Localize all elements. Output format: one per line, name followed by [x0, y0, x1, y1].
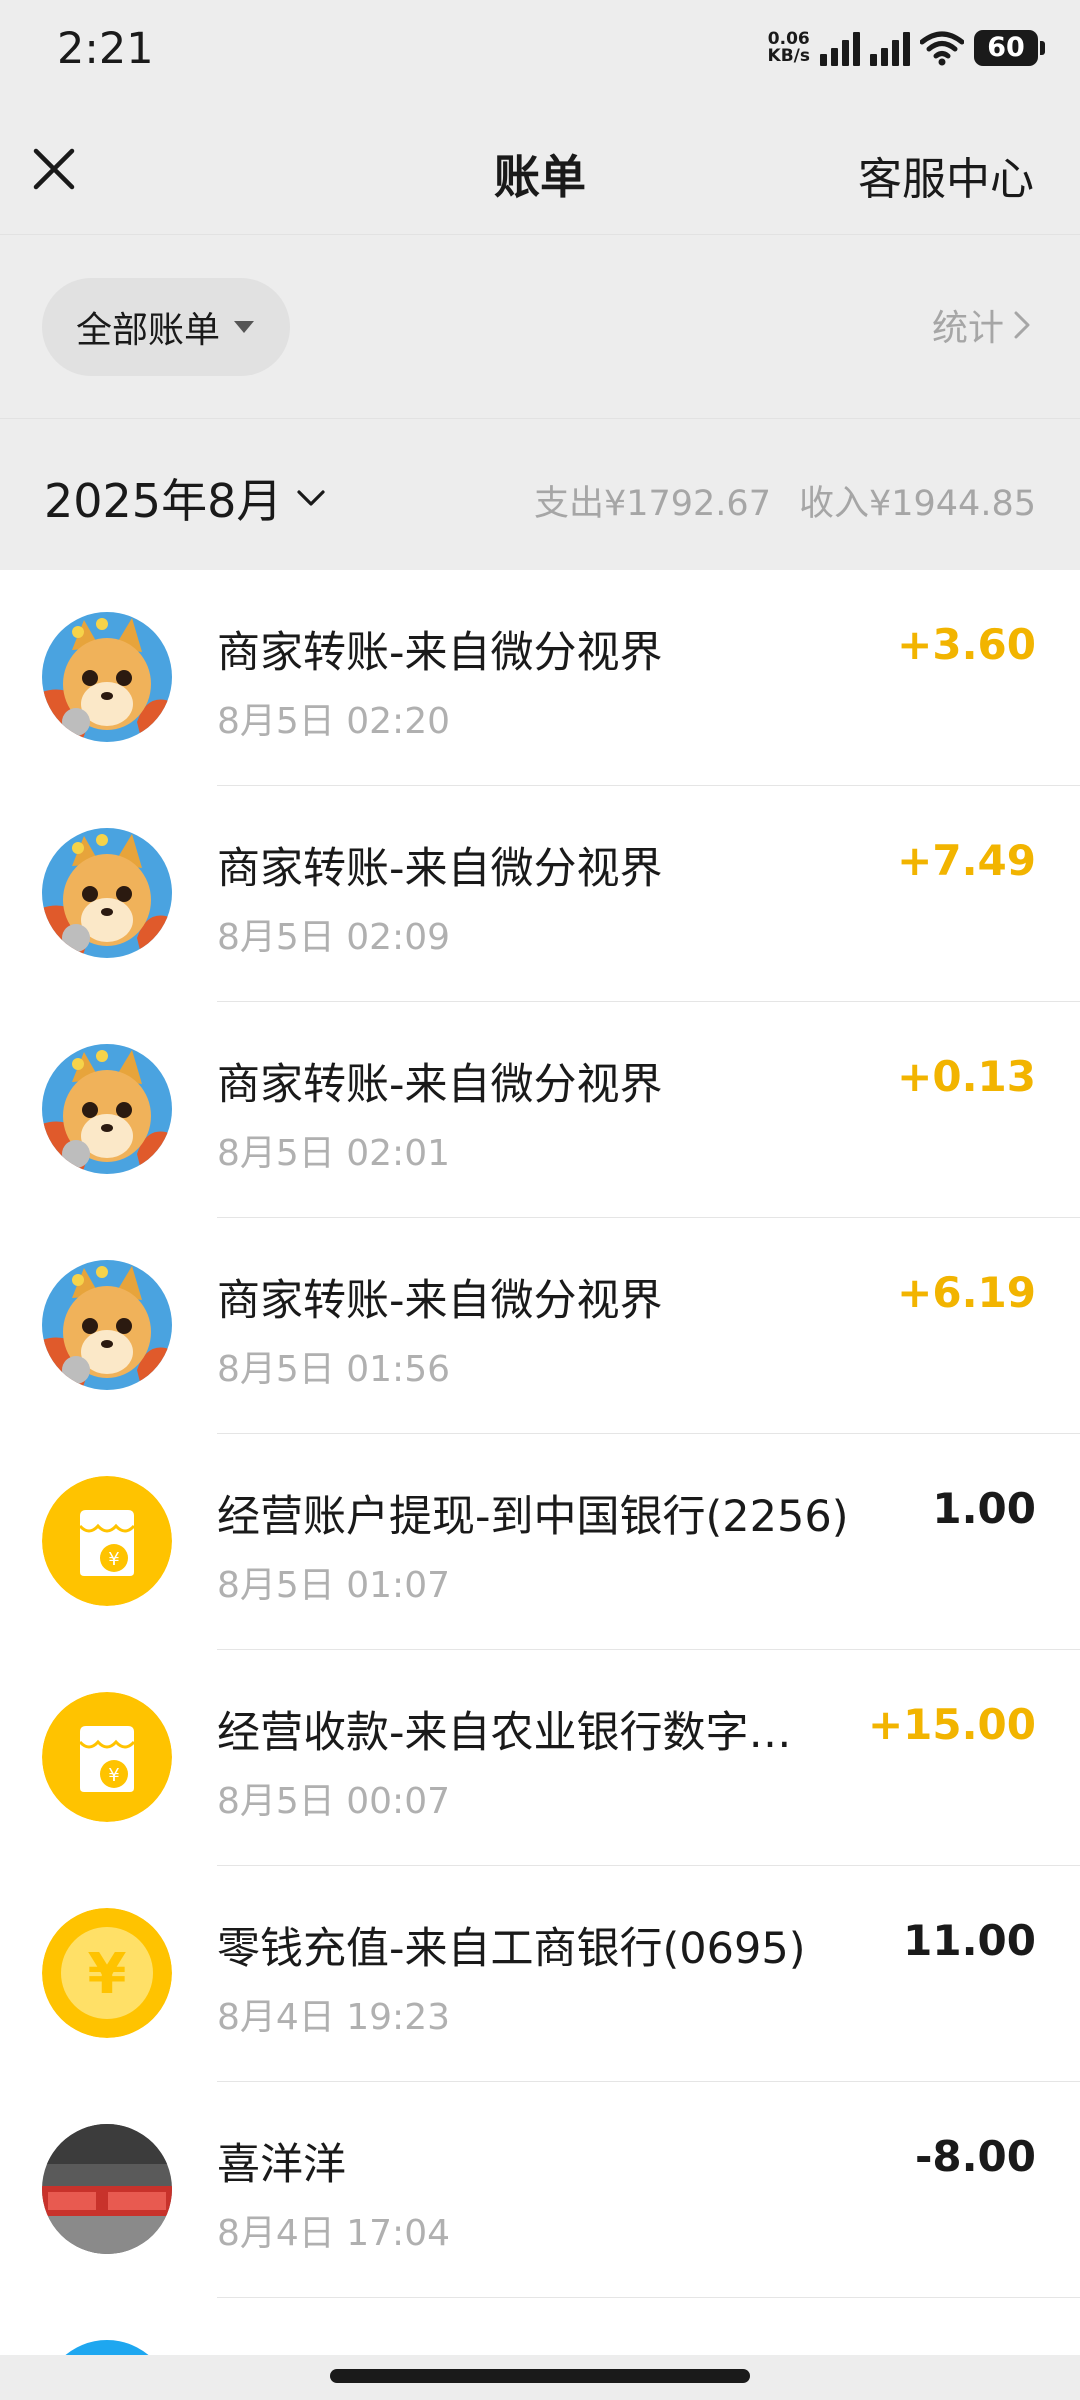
transaction-title: 商家转账-来自微分视界	[217, 844, 663, 894]
dog-avatar	[42, 828, 172, 958]
transaction-amount: +0.13	[897, 1052, 1036, 1101]
transaction-row[interactable]: ¥ 经营账户提现-到中国银行(2256) 8月5日 01:07 1.00	[0, 1434, 1080, 1650]
signal-strength-icon-2	[870, 30, 910, 66]
status-indicators: 0.06 KB/s 60	[767, 29, 1045, 66]
transaction-title: 零钱充值-来自工商银行(0695)	[217, 1924, 806, 1974]
transaction-row[interactable]: ¥ 零钱充值-来自工商银行(0695) 8月4日 19:23 11.00	[0, 1866, 1080, 2082]
signal-strength-icon	[820, 30, 860, 66]
home-bar	[0, 2355, 1080, 2400]
dog-avatar	[42, 612, 172, 742]
svg-text:¥: ¥	[88, 1942, 127, 2007]
wifi-icon	[920, 31, 964, 66]
transaction-title: 经营账户提现-到中国银行(2256)	[217, 1492, 849, 1542]
month-summary: 支出¥1792.67 收入¥1944.85	[534, 475, 1036, 526]
transaction-row[interactable]: 商家转账-来自微分视界 8月5日 02:20 +3.60	[0, 570, 1080, 786]
photo-avatar	[42, 2124, 172, 2254]
transaction-amount: +6.19	[897, 1268, 1036, 1317]
transaction-title: 喜洋洋	[217, 2140, 346, 2190]
transaction-title: 商家转账-来自微分视界	[217, 1276, 663, 1326]
transaction-time: 8月5日 01:56	[217, 1349, 450, 1390]
shop-icon: ¥	[42, 1692, 172, 1822]
chevron-right-icon	[1014, 311, 1030, 339]
transaction-time: 8月5日 02:01	[217, 1133, 450, 1174]
network-speed: 0.06 KB/s	[767, 29, 810, 66]
transaction-amount: 1.00	[932, 1484, 1036, 1533]
transaction-time: 8月5日 02:09	[217, 917, 450, 958]
transaction-amount: -8.00	[914, 2132, 1036, 2181]
income-total: 收入¥1944.85	[798, 484, 1036, 524]
transaction-row[interactable]: 商家转账-来自微分视界 8月5日 02:09 +7.49	[0, 786, 1080, 1002]
svg-text:¥: ¥	[108, 1549, 119, 1570]
transaction-time: 8月5日 02:20	[217, 701, 450, 742]
transaction-amount: 11.00	[903, 1916, 1036, 1965]
transaction-time: 8月4日 19:23	[217, 1997, 450, 2038]
caret-down-icon	[234, 321, 255, 333]
transaction-title: 商家转账-来自微分视界	[217, 628, 663, 678]
transaction-row[interactable]: 商家转账-来自微分视界 8月5日 02:01 +0.13	[0, 1002, 1080, 1218]
shop-icon: ¥	[42, 1476, 172, 1606]
dog-avatar	[42, 1044, 172, 1174]
transaction-row[interactable]: 喜洋洋 8月4日 17:04 -8.00	[0, 2082, 1080, 2298]
status-time: 2:21	[57, 24, 154, 74]
battery-icon: 60	[974, 30, 1045, 66]
month-header: 2025年8月 支出¥1792.67 收入¥1944.85	[0, 418, 1080, 570]
yuan-coin-icon: ¥	[42, 1908, 172, 2038]
chevron-down-icon	[297, 490, 325, 506]
transaction-list: 商家转账-来自微分视界 8月5日 02:20 +3.60 商家转账-来自微分视界…	[0, 570, 1080, 2400]
transaction-amount: +15.00	[867, 1700, 1036, 1749]
statistics-link[interactable]: 统计	[932, 299, 1032, 351]
svg-text:¥: ¥	[108, 1765, 119, 1786]
bill-filter-dropdown[interactable]: 全部账单	[42, 278, 291, 376]
status-bar: 2:21 0.06 KB/s 60	[0, 0, 1080, 105]
transaction-time: 8月5日 00:07	[217, 1781, 450, 1822]
transaction-time: 8月4日 17:04	[217, 2213, 450, 2254]
transaction-time: 8月5日 01:07	[217, 1565, 450, 1606]
bill-filter-label: 全部账单	[76, 310, 221, 351]
home-indicator[interactable]	[330, 2369, 750, 2383]
transaction-amount: +7.49	[897, 836, 1036, 885]
customer-service-link[interactable]: 客服中心	[858, 143, 1034, 207]
transaction-amount: +3.60	[897, 620, 1036, 669]
filter-bar: 全部账单 统计	[0, 235, 1080, 418]
transaction-title: 经营收款-来自农业银行数字…	[217, 1708, 792, 1758]
month-selector[interactable]: 2025年8月	[44, 465, 326, 531]
statistics-label: 统计	[931, 308, 1004, 349]
month-label: 2025年8月	[44, 474, 283, 528]
dog-avatar	[42, 1260, 172, 1390]
transaction-title: 商家转账-来自微分视界	[217, 1060, 663, 1110]
expense-total: 支出¥1792.67	[533, 484, 771, 524]
transaction-row[interactable]: 商家转账-来自微分视界 8月5日 01:56 +6.19	[0, 1218, 1080, 1434]
transaction-row[interactable]: ¥ 经营收款-来自农业银行数字… 8月5日 00:07 +15.00	[0, 1650, 1080, 1866]
navbar: 账单 客服中心	[0, 105, 1080, 235]
